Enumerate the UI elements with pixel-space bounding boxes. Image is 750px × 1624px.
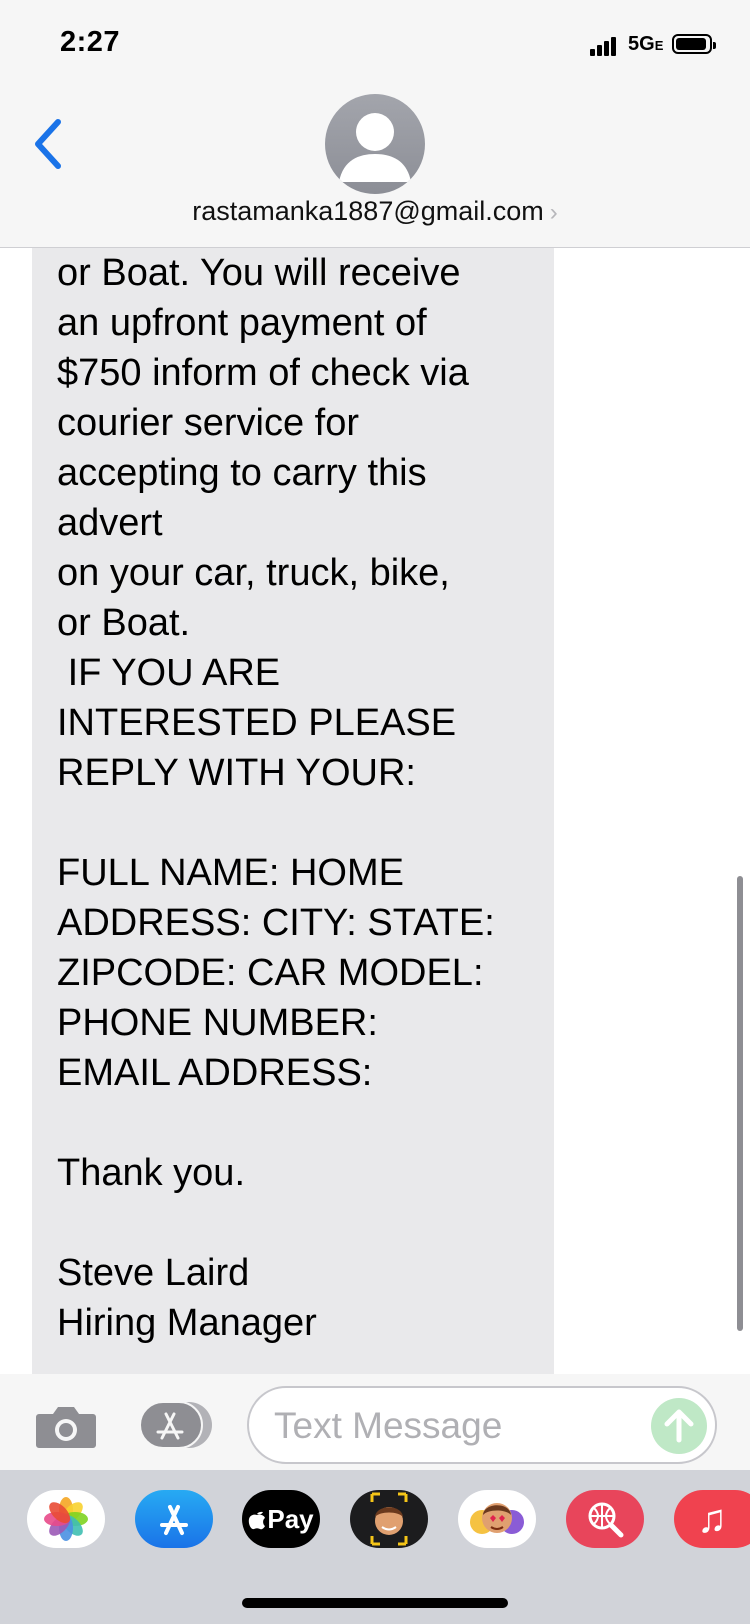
received-message-bubble[interactable]: the ads from the car, truck, bike, or Bo… <box>32 248 554 1374</box>
globe-magnifier-icon <box>588 1502 624 1538</box>
status-time: 2:27 <box>60 26 121 58</box>
app-store-a-icon <box>160 1505 188 1535</box>
camera-button[interactable] <box>35 1404 97 1448</box>
chevron-left-icon <box>35 119 61 169</box>
app-drawer: Pay ♫ <box>0 1470 750 1624</box>
person-silhouette-icon <box>339 113 411 182</box>
arrow-up-icon <box>664 1409 694 1443</box>
message-thread[interactable]: the ads from the car, truck, bike, or Bo… <box>0 248 750 1374</box>
apple-pay-label: Pay <box>267 1503 314 1534</box>
music-note-glyph: ♫ <box>697 1496 727 1541</box>
scrollbar[interactable] <box>737 876 743 1331</box>
message-text: the ads from the car, truck, bike, or Bo… <box>57 252 495 1344</box>
message-input-placeholder: Text Message <box>274 1405 503 1446</box>
network-type: 5GE <box>628 33 664 55</box>
app-store-icon <box>139 1401 212 1449</box>
chevron-right-icon: › <box>549 199 558 226</box>
contact-name-button[interactable]: rastamanka1887@gmail.com › <box>0 196 750 227</box>
status-bar: 2:27 5GE <box>0 0 750 90</box>
battery-icon <box>672 34 716 54</box>
send-button[interactable] <box>651 1398 707 1454</box>
contact-avatar[interactable] <box>325 94 425 194</box>
image-search-icon[interactable] <box>566 1490 644 1548</box>
cellular-signal-icon <box>590 36 620 56</box>
back-button[interactable] <box>30 116 70 172</box>
apple-logo-icon <box>249 1511 266 1530</box>
compose-bar: Text Message <box>0 1374 750 1470</box>
memoji-face-icon <box>370 1492 408 1546</box>
conversation-header: 2:27 5GE rastamanka1887@gmail.com › <box>0 0 750 248</box>
animoji-stickers-icon[interactable] <box>458 1490 536 1548</box>
photos-icon[interactable] <box>27 1490 105 1548</box>
home-indicator[interactable] <box>242 1598 508 1608</box>
photos-flower-icon <box>44 1497 88 1541</box>
camera-icon <box>36 1407 96 1448</box>
app-store-button[interactable] <box>138 1400 214 1450</box>
message-input[interactable]: Text Message <box>247 1386 717 1464</box>
contact-email: rastamanka1887@gmail.com <box>192 196 544 226</box>
music-icon[interactable]: ♫ <box>674 1490 750 1548</box>
emoji-stickers-icon <box>470 1503 524 1534</box>
memoji-icon[interactable] <box>350 1490 428 1548</box>
apple-pay-icon[interactable]: Pay <box>242 1490 320 1548</box>
app-store-icon[interactable] <box>135 1490 213 1548</box>
